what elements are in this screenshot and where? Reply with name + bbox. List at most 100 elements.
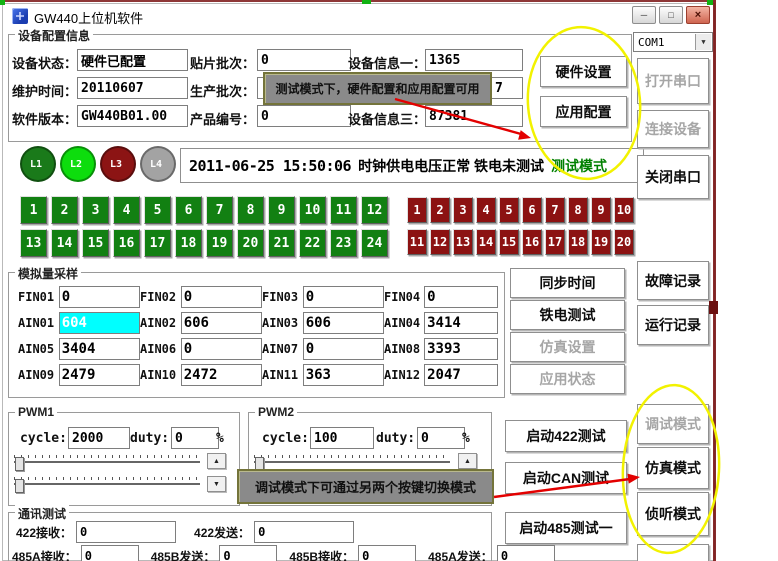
analog-value-input[interactable]: 2047 bbox=[424, 364, 498, 386]
output-button-9[interactable]: 9 bbox=[268, 196, 295, 224]
input-button-14[interactable]: 14 bbox=[476, 229, 496, 255]
sw-version-input[interactable]: GW440B01.00 bbox=[77, 105, 188, 127]
output-button-8[interactable]: 8 bbox=[237, 196, 264, 224]
output-button-23[interactable]: 23 bbox=[330, 229, 357, 257]
hardware-settings-button[interactable]: 硬件设置 bbox=[540, 56, 627, 87]
product-no-input[interactable]: 0 bbox=[257, 105, 351, 127]
analog-value-input[interactable]: 2472 bbox=[181, 364, 262, 386]
close-button[interactable]: × bbox=[686, 6, 710, 24]
analog-value-input[interactable]: 363 bbox=[303, 364, 384, 386]
output-button-6[interactable]: 6 bbox=[175, 196, 202, 224]
chevron-down-icon[interactable]: ▼ bbox=[695, 34, 711, 50]
input-button-8[interactable]: 8 bbox=[568, 197, 588, 223]
start-485-test-button[interactable]: 启动485测试一 bbox=[505, 512, 627, 544]
output-button-17[interactable]: 17 bbox=[144, 229, 171, 257]
input-button-10[interactable]: 10 bbox=[614, 197, 634, 223]
input-button-18[interactable]: 18 bbox=[568, 229, 588, 255]
output-button-21[interactable]: 21 bbox=[268, 229, 295, 257]
output-button-7[interactable]: 7 bbox=[206, 196, 233, 224]
analog-value-input[interactable]: 0 bbox=[59, 286, 140, 308]
output-button-12[interactable]: 12 bbox=[361, 196, 388, 224]
analog-value-input[interactable]: 606 bbox=[303, 312, 384, 334]
input-button-20[interactable]: 20 bbox=[614, 229, 634, 255]
input-button-9[interactable]: 9 bbox=[591, 197, 611, 223]
analog-value-input[interactable]: 2479 bbox=[59, 364, 140, 386]
input-button-16[interactable]: 16 bbox=[522, 229, 542, 255]
open-serial-button[interactable]: 打开串口 bbox=[637, 58, 709, 104]
output-button-3[interactable]: 3 bbox=[82, 196, 109, 224]
debug-mode-button[interactable]: 调试模式 bbox=[637, 404, 709, 444]
output-button-15[interactable]: 15 bbox=[82, 229, 109, 257]
input-button-13[interactable]: 13 bbox=[453, 229, 473, 255]
output-button-1[interactable]: 1 bbox=[20, 196, 47, 224]
comm-value-input[interactable]: 0 bbox=[254, 521, 354, 543]
app-config-button[interactable]: 应用配置 bbox=[540, 96, 627, 127]
analog-value-input[interactable]: 3404 bbox=[59, 338, 140, 360]
device-status-input[interactable]: 硬件已配置 bbox=[77, 49, 188, 71]
input-button-3[interactable]: 3 bbox=[453, 197, 473, 223]
com-port-select[interactable]: COM1 ▼ bbox=[633, 32, 713, 52]
input-button-6[interactable]: 6 bbox=[522, 197, 542, 223]
comm-value-input[interactable]: 0 bbox=[81, 545, 139, 561]
input-button-2[interactable]: 2 bbox=[430, 197, 450, 223]
output-button-13[interactable]: 13 bbox=[20, 229, 47, 257]
analog-value-input[interactable]: 604 bbox=[59, 312, 140, 334]
minimize-button[interactable]: ─ bbox=[632, 6, 656, 24]
input-button-12[interactable]: 12 bbox=[430, 229, 450, 255]
pwm1-slider-2[interactable] bbox=[14, 477, 200, 493]
output-button-24[interactable]: 24 bbox=[361, 229, 388, 257]
device-info3-input[interactable]: 87381 bbox=[425, 105, 523, 127]
pwm1-up-button[interactable]: ▲ bbox=[207, 453, 226, 469]
pwm2-cycle-input[interactable]: 100 bbox=[310, 427, 374, 449]
output-button-10[interactable]: 10 bbox=[299, 196, 326, 224]
output-button-4[interactable]: 4 bbox=[113, 196, 140, 224]
input-button-15[interactable]: 15 bbox=[499, 229, 519, 255]
device-info1-input[interactable]: 1365 bbox=[425, 49, 523, 71]
maximize-button[interactable]: □ bbox=[659, 6, 683, 24]
input-button-5[interactable]: 5 bbox=[499, 197, 519, 223]
pwm1-slider-1[interactable] bbox=[14, 455, 200, 471]
comm-value-input[interactable]: 0 bbox=[219, 545, 277, 561]
analog-value-input[interactable]: 3393 bbox=[424, 338, 498, 360]
slider-thumb[interactable] bbox=[15, 457, 24, 471]
sim-mode-button[interactable]: 仿真模式 bbox=[637, 447, 709, 489]
sim-settings-button[interactable]: 仿真设置 bbox=[510, 332, 625, 362]
input-button-17[interactable]: 17 bbox=[545, 229, 565, 255]
app-status-button[interactable]: 应用状态 bbox=[510, 364, 625, 394]
close-serial-button[interactable]: 关闭串口 bbox=[637, 155, 709, 199]
analog-value-input[interactable]: 3414 bbox=[424, 312, 498, 334]
listen-mode-button[interactable]: 侦听模式 bbox=[637, 492, 709, 536]
analog-value-input[interactable]: 0 bbox=[181, 338, 262, 360]
input-button-19[interactable]: 19 bbox=[591, 229, 611, 255]
start-422-test-button[interactable]: 启动422测试 bbox=[505, 420, 627, 452]
pwm2-up-button[interactable]: ▲ bbox=[458, 453, 477, 469]
output-button-18[interactable]: 18 bbox=[175, 229, 202, 257]
maintain-time-input[interactable]: 20110607 bbox=[77, 77, 188, 99]
input-button-1[interactable]: 1 bbox=[407, 197, 427, 223]
output-button-14[interactable]: 14 bbox=[51, 229, 78, 257]
input-button-11[interactable]: 11 bbox=[407, 229, 427, 255]
comm-value-input[interactable]: 0 bbox=[358, 545, 416, 561]
patch-batch-input[interactable]: 0 bbox=[257, 49, 351, 71]
sync-time-button[interactable]: 同步时间 bbox=[510, 268, 625, 298]
analog-value-input[interactable]: 0 bbox=[424, 286, 498, 308]
output-button-11[interactable]: 11 bbox=[330, 196, 357, 224]
analog-value-input[interactable]: 0 bbox=[181, 286, 262, 308]
output-button-19[interactable]: 19 bbox=[206, 229, 233, 257]
analog-value-input[interactable]: 0 bbox=[303, 338, 384, 360]
pwm2-duty-input[interactable]: 0 bbox=[417, 427, 465, 449]
input-button-4[interactable]: 4 bbox=[476, 197, 496, 223]
input-button-7[interactable]: 7 bbox=[545, 197, 565, 223]
run-record-button[interactable]: 运行记录 bbox=[637, 305, 709, 345]
analog-value-input[interactable]: 606 bbox=[181, 312, 262, 334]
output-button-20[interactable]: 20 bbox=[237, 229, 264, 257]
fault-record-button[interactable]: 故障记录 bbox=[637, 261, 709, 300]
start-can-test-button[interactable]: 启动CAN测试 bbox=[505, 462, 627, 494]
comm-value-input[interactable]: 0 bbox=[497, 545, 555, 561]
pwm1-duty-input[interactable]: 0 bbox=[171, 427, 219, 449]
output-button-22[interactable]: 22 bbox=[299, 229, 326, 257]
output-button-5[interactable]: 5 bbox=[144, 196, 171, 224]
output-button-16[interactable]: 16 bbox=[113, 229, 140, 257]
analog-value-input[interactable]: 0 bbox=[303, 286, 384, 308]
connect-device-button[interactable]: 连接设备 bbox=[637, 110, 709, 148]
